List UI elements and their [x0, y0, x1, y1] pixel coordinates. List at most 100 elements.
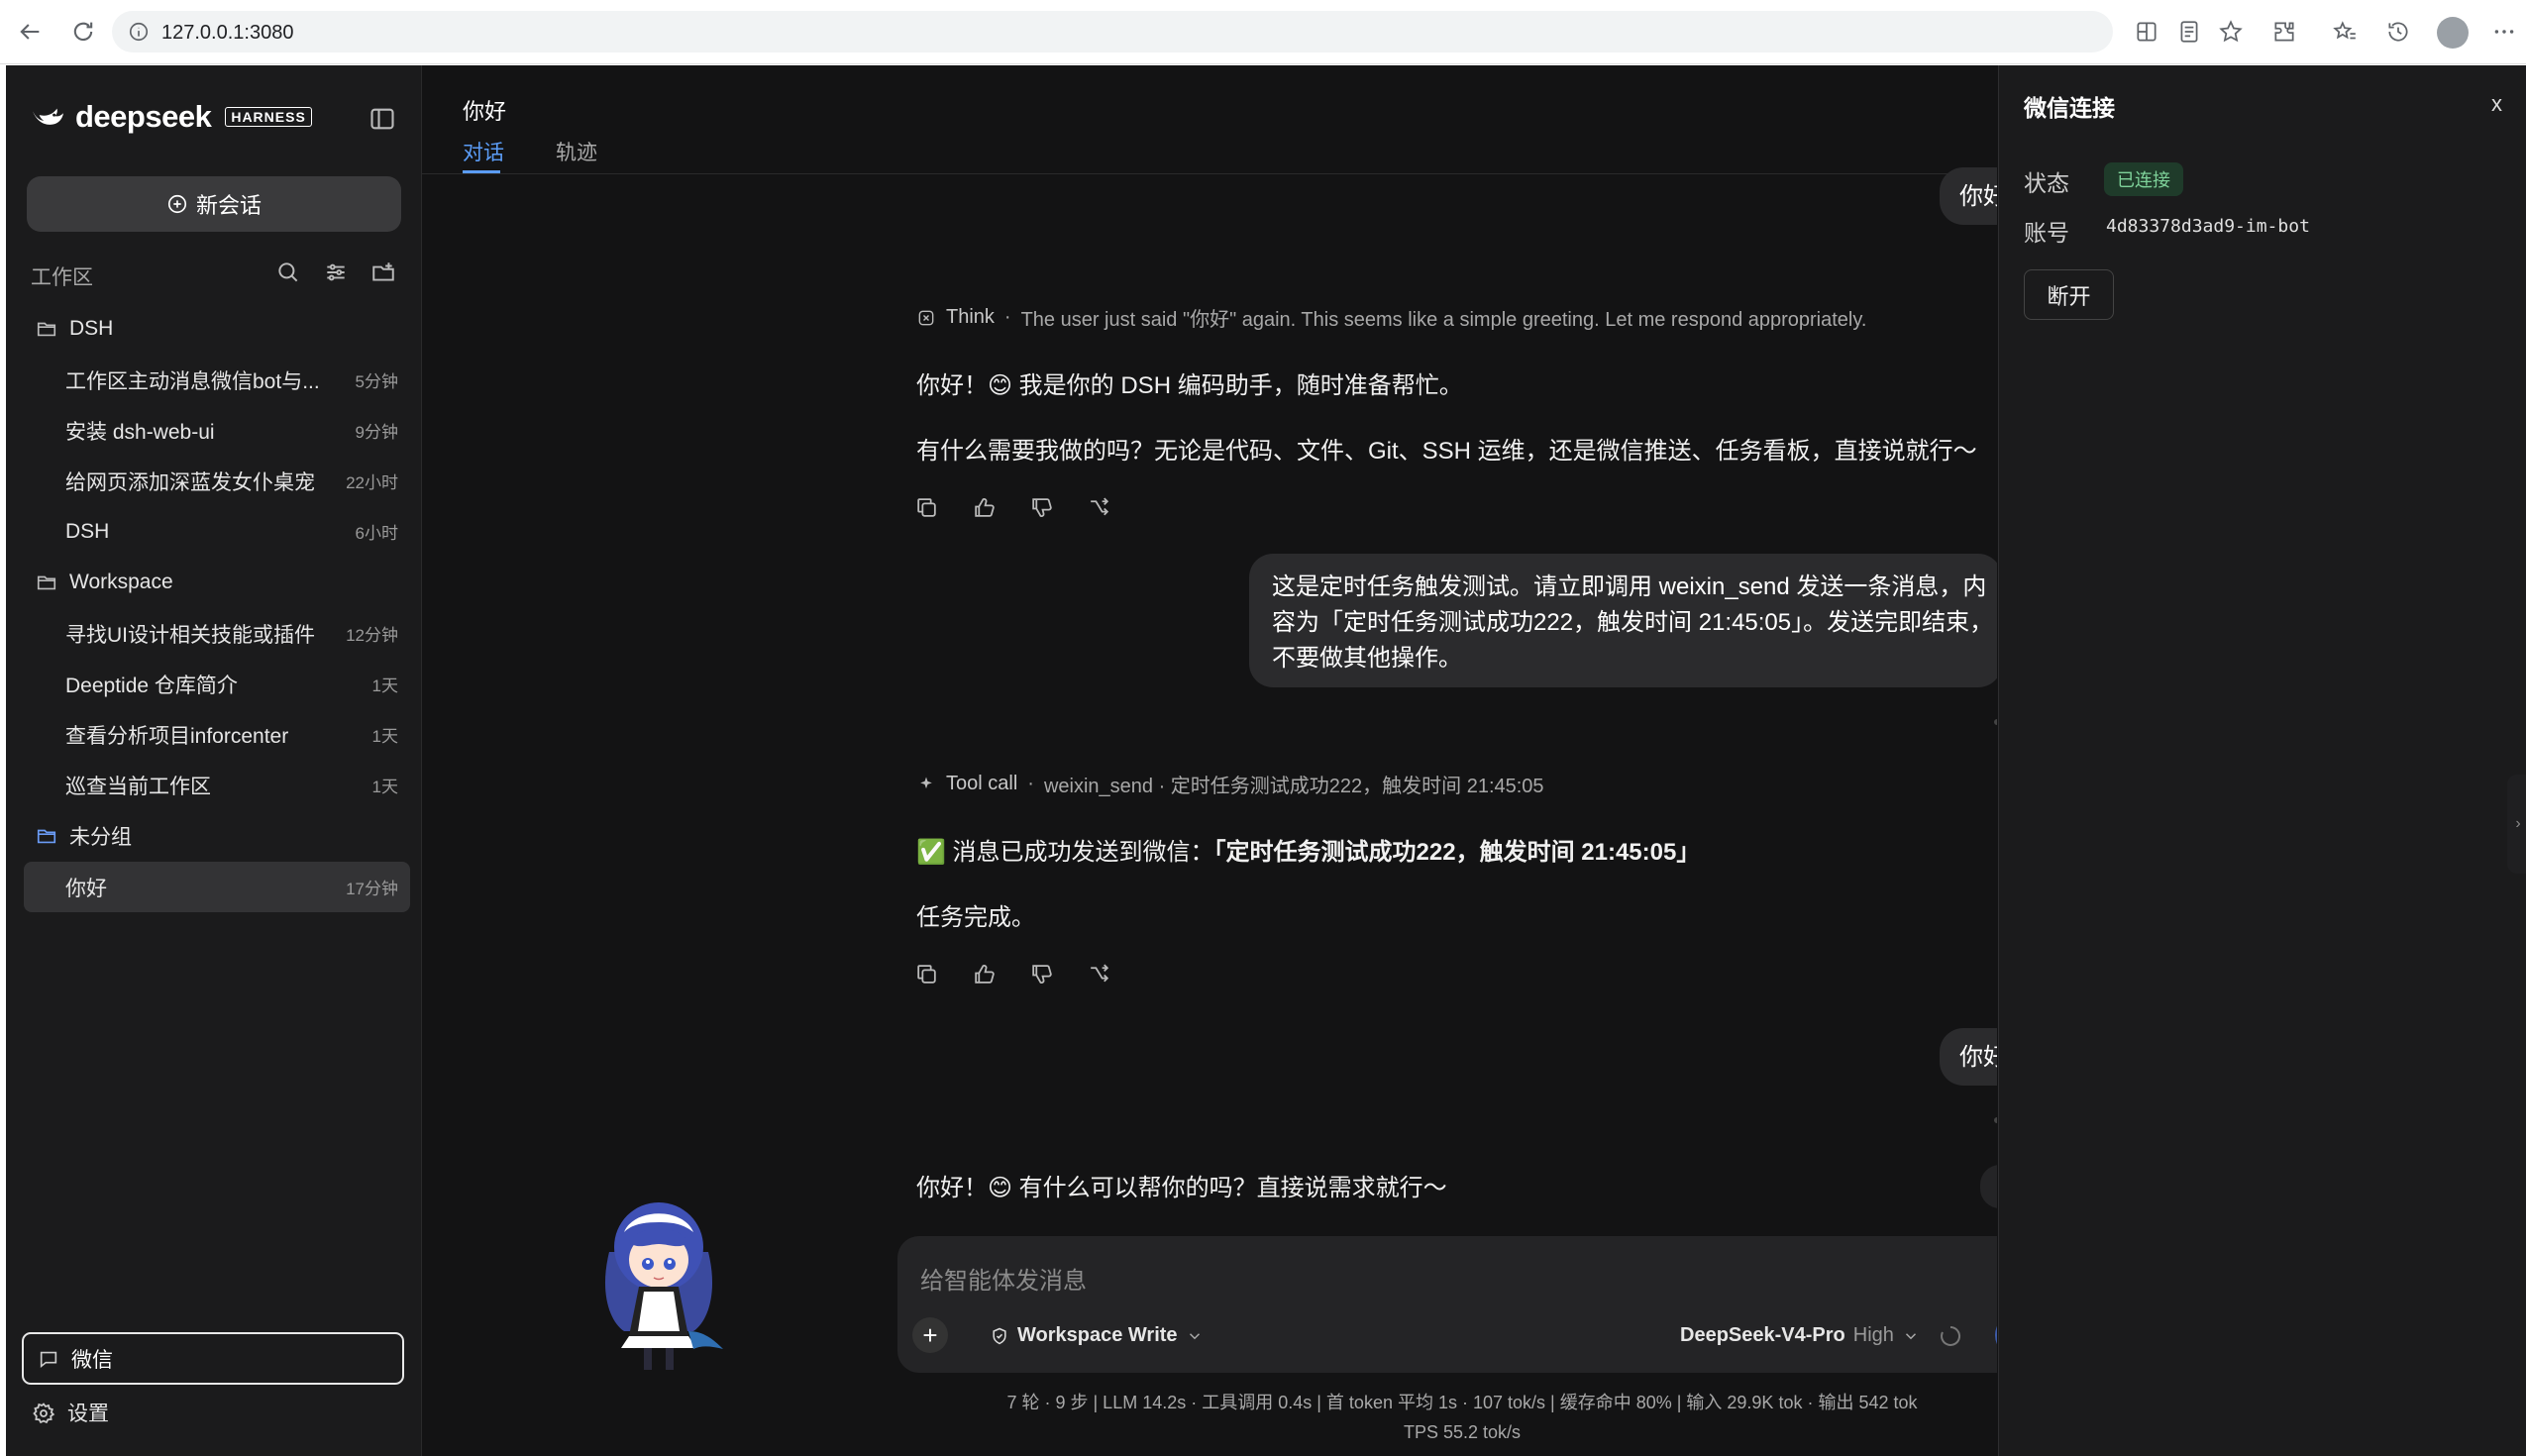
- mode-selector[interactable]: Workspace Write: [990, 1324, 1204, 1347]
- chat-item-time: 1天: [371, 676, 398, 695]
- extensions-icon[interactable]: [2271, 19, 2299, 47]
- group-name: 未分组: [69, 826, 132, 849]
- chat-item[interactable]: DSH 6小时: [24, 506, 410, 557]
- account-value: 4d83378d3ad9-im-bot: [2106, 216, 2310, 237]
- new-chat-button[interactable]: 新会话: [27, 176, 401, 232]
- group-ungrouped[interactable]: 未分组: [24, 810, 410, 862]
- app-window: deepseek HARNESS 新会话 工作区 DSH 工作区主动消息微信bo…: [6, 65, 2526, 1456]
- tool-call-label: Tool call: [946, 773, 1018, 794]
- favorites-icon[interactable]: [2332, 19, 2360, 47]
- address-bar[interactable]: 127.0.0.1:3080: [112, 11, 2113, 52]
- chevron-down-icon: [1902, 1327, 1920, 1345]
- thumbs-down-icon[interactable]: [1029, 495, 1054, 520]
- reload-icon[interactable]: [69, 18, 97, 46]
- status-label: 状态: [2024, 170, 2069, 196]
- chevron-down-icon: [1186, 1327, 1204, 1345]
- chat-item-title: 寻找UI设计相关技能或插件: [65, 623, 315, 647]
- group-workspace[interactable]: Workspace: [24, 557, 410, 608]
- chat-item-title: 你好: [65, 877, 107, 900]
- tool-call-block[interactable]: Tool call · weixin_send · 定时任务测试成功222，触发…: [916, 770, 1544, 798]
- chat-item[interactable]: Deeptide 仓库简介 1天: [24, 659, 410, 709]
- thumbs-down-icon[interactable]: [1029, 962, 1054, 987]
- user-message-text: 你好: [1959, 1044, 1997, 1071]
- search-icon[interactable]: [275, 260, 303, 287]
- attach-plus-button[interactable]: +: [912, 1317, 948, 1353]
- close-button[interactable]: x: [2491, 91, 2502, 117]
- chevron-right-icon[interactable]: ›: [2507, 775, 2526, 874]
- panel-title: 微信连接: [2024, 95, 2115, 121]
- chat-header: 你好 对话 轨迹: [422, 65, 1997, 174]
- reading-mode-icon[interactable]: [2176, 19, 2204, 47]
- chat-item-title: 查看分析项目inforcenter: [65, 724, 289, 748]
- back-icon[interactable]: [16, 18, 44, 46]
- new-folder-icon[interactable]: [370, 260, 398, 287]
- site-info-icon[interactable]: [128, 21, 150, 43]
- scroll-to-bottom-button[interactable]: [1980, 1165, 1997, 1208]
- branch-icon[interactable]: [1087, 962, 1111, 987]
- settings-button[interactable]: 设置: [32, 1398, 109, 1427]
- model-name: DeepSeek-V4-Pro: [1680, 1324, 1845, 1346]
- plus-circle-icon: [166, 193, 188, 215]
- brain-icon: [916, 308, 936, 328]
- whale-logo-icon: [30, 102, 67, 132]
- brand-name: deepseek: [75, 99, 212, 134]
- more-icon[interactable]: [2491, 19, 2519, 47]
- think-label: Think: [946, 306, 995, 328]
- wechat-button[interactable]: 微信: [22, 1332, 404, 1385]
- url-text[interactable]: 127.0.0.1:3080: [161, 22, 293, 45]
- chat-item-time: 17分钟: [346, 880, 398, 898]
- disconnect-button[interactable]: 断开: [2024, 269, 2114, 320]
- assistant-reply-line: 有什么需要我做的吗？无论是代码、文件、Git、SSH 运维，还是微信推送、任务看…: [916, 438, 1977, 465]
- chat-item-title: Deeptide 仓库简介: [65, 674, 238, 697]
- chat-item[interactable]: 巡查当前工作区 1天: [24, 760, 410, 810]
- thumbs-up-icon[interactable]: [972, 495, 997, 520]
- chat-item[interactable]: 安装 dsh-web-ui 9分钟: [24, 405, 410, 456]
- chat-item[interactable]: 查看分析项目inforcenter 1天: [24, 709, 410, 760]
- user-message-line: 容为「定时任务测试成功222，触发时间 21:45:05」。发送完即结束，: [1272, 609, 1994, 636]
- group-dsh[interactable]: DSH: [24, 303, 410, 355]
- assistant-reply-line: 你好！😊 有什么可以帮你的吗？直接说需求就行～: [916, 1175, 1447, 1201]
- tab-conversation[interactable]: 对话: [463, 137, 504, 166]
- branch-icon[interactable]: [1087, 495, 1111, 520]
- brand-tag: HARNESS: [225, 107, 312, 127]
- chat-item[interactable]: 寻找UI设计相关技能或插件 12分钟: [24, 608, 410, 659]
- chat-item[interactable]: 工作区主动消息微信bot与... 5分钟: [24, 355, 410, 405]
- favorite-star-icon[interactable]: [2218, 19, 2246, 47]
- message-actions: [914, 495, 1111, 520]
- tab-trace[interactable]: 轨迹: [556, 137, 597, 166]
- new-chat-label: 新会话: [195, 193, 262, 218]
- split-view-icon[interactable]: [2134, 19, 2161, 47]
- maid-mascot-image[interactable]: [584, 1183, 733, 1381]
- sidebar-toggle-icon[interactable]: [368, 105, 396, 133]
- gear-icon: [32, 1402, 55, 1424]
- chat-item-title: 工作区主动消息微信bot与...: [65, 369, 320, 393]
- timeline-dot: [1994, 719, 1997, 725]
- chat-item-active[interactable]: 你好 17分钟: [24, 862, 410, 912]
- copy-icon[interactable]: [914, 495, 939, 520]
- assistant-reply-line: 你好！😊 我是你的 DSH 编码助手，随时准备帮忙。: [916, 372, 1463, 399]
- message-input[interactable]: 给智能体发消息: [920, 1261, 1087, 1296]
- account-label: 账号: [2024, 220, 2069, 246]
- send-button[interactable]: [1995, 1313, 1997, 1357]
- folder-icon: [36, 572, 57, 593]
- tab-indicator: [463, 170, 500, 173]
- chat-item-time: 22小时: [346, 473, 398, 492]
- sent-prefix: ✅ 消息已成功发送到微信：: [916, 839, 1214, 866]
- filter-icon[interactable]: [323, 260, 351, 287]
- copy-icon[interactable]: [914, 962, 939, 987]
- history-icon[interactable]: [2385, 19, 2413, 47]
- chat-item-time: 6小时: [355, 524, 398, 543]
- sparkle-icon: [916, 775, 936, 794]
- chat-item-time: 1天: [371, 727, 398, 746]
- chat-item[interactable]: 给网页添加深蓝发女仆桌宠 22小时: [24, 456, 410, 506]
- assistant-reply-line: 任务完成。: [916, 904, 1035, 931]
- workspace-label: 工作区: [31, 266, 93, 289]
- think-block[interactable]: Think · The user just said "你好" again. T…: [916, 303, 1866, 332]
- context-usage-icon[interactable]: [1939, 1324, 1962, 1348]
- message-composer[interactable]: 给智能体发消息 + Workspace Write DeepSeek-V4-Pr…: [897, 1236, 1997, 1373]
- chat-item-time: 1天: [371, 778, 398, 796]
- thumbs-up-icon[interactable]: [972, 962, 997, 987]
- model-selector[interactable]: DeepSeek-V4-Pro High: [1680, 1324, 1920, 1347]
- chat-bubble-icon: [38, 1348, 59, 1370]
- profile-avatar[interactable]: [2437, 17, 2469, 49]
